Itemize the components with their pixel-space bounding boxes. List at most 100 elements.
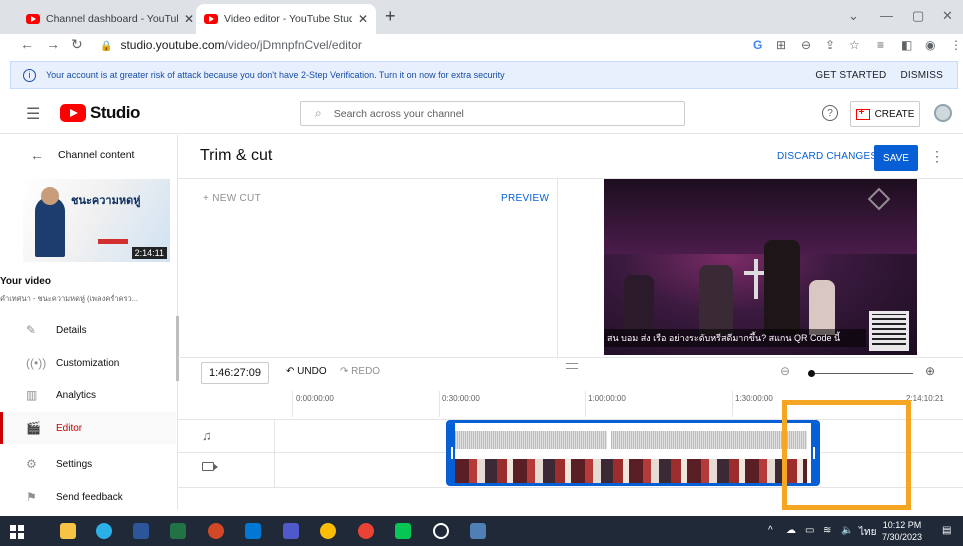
browser-menu-icon[interactable]: ⋮ [950, 38, 962, 52]
back-arrow-icon[interactable]: ← [20, 36, 34, 52]
sidebar-item-analytics[interactable]: ▥ Analytics [0, 379, 176, 411]
word-icon[interactable] [133, 523, 149, 539]
undo-button[interactable]: ↶ UNDO [286, 366, 327, 377]
undo-icon: ↶ [286, 366, 295, 377]
sidebar-item-settings[interactable]: ⚙ Settings [0, 448, 176, 480]
analytics-icon: ▥ [26, 388, 38, 402]
zoom-out-icon[interactable]: ⊖ [780, 364, 790, 378]
chevron-down-icon[interactable]: ⌄ [848, 8, 859, 24]
zoom-slider-knob[interactable] [808, 370, 816, 377]
thumbnail-person [35, 197, 65, 257]
sidebar-item-send-feedback[interactable]: ⚑ Send feedback [0, 481, 176, 513]
video-figure [699, 265, 733, 335]
chrome-icon[interactable] [320, 523, 336, 539]
wifi-icon[interactable]: ≋ [823, 525, 831, 536]
language-indicator[interactable]: ไทย [859, 525, 876, 540]
app-icon[interactable] [433, 523, 449, 539]
more-options-icon[interactable]: ⋮ [930, 148, 944, 165]
volume-icon[interactable]: 🔈 [841, 525, 853, 536]
video-thumbnail[interactable]: ชนะความหดหู่ 2:14:11 [23, 179, 170, 262]
save-button[interactable]: SAVE [874, 145, 918, 171]
zoom-in-icon[interactable]: ⊕ [925, 364, 935, 378]
preview-button[interactable]: PREVIEW [501, 193, 549, 204]
file-explorer-icon[interactable] [60, 523, 76, 539]
chrome-profile-icon[interactable] [358, 523, 374, 539]
edge-icon[interactable] [96, 523, 112, 539]
back-label: Channel content [58, 149, 135, 161]
url-field[interactable]: 🔒 studio.youtube.com/video/jDmnpfnCvel/ed… [100, 38, 362, 52]
sidebar-item-details[interactable]: ✎ Details [0, 314, 176, 346]
tray-chevron-icon[interactable]: ^ [768, 525, 773, 536]
new-cut-button[interactable]: + NEW CUT [203, 193, 261, 204]
dismiss-button[interactable]: DISMISS [900, 70, 943, 81]
bookmark-star-icon[interactable]: ☆ [849, 38, 860, 52]
video-title[interactable]: คำเทศนา - ชนะความหดหู่ (เพลงคร่ำครว... [0, 293, 176, 305]
sidebar-item-customization[interactable]: ((•)) Customization [0, 347, 176, 379]
minimize-icon[interactable]: — [880, 8, 893, 23]
zoom-slider-track[interactable] [808, 373, 913, 374]
search-input[interactable]: ⌕ Search across your channel [300, 101, 685, 126]
clock[interactable]: 10:12 PM 7/30/2023 [882, 519, 922, 543]
translate-icon[interactable]: ⊞ [776, 38, 786, 52]
browser-tab-video-editor[interactable]: Video editor - YouTube Studio ✕ [196, 4, 376, 34]
video-cross [754, 259, 758, 299]
close-window-icon[interactable]: ✕ [942, 8, 953, 24]
teams-icon[interactable] [283, 523, 299, 539]
onedrive-icon[interactable]: ☁ [786, 525, 796, 536]
video-filmstrip [455, 459, 807, 483]
forward-arrow-icon[interactable]: → [46, 36, 60, 52]
sidebar-scrollbar[interactable] [176, 316, 179, 381]
ruler-label: 0:00:00:00 [296, 394, 334, 403]
powerpoint-icon[interactable] [208, 523, 224, 539]
share-icon[interactable]: ⇪ [825, 38, 835, 52]
help-icon[interactable]: ? [822, 105, 838, 121]
video-preview[interactable]: สน บอม ส่ง เรือ อย่างระดับหรีสดีมากขึ้น?… [604, 179, 917, 355]
reload-icon[interactable]: ↻ [71, 36, 83, 53]
page-title: Trim & cut [200, 147, 273, 164]
windows-start-icon[interactable] [10, 525, 24, 539]
studio-logo[interactable]: Studio [60, 103, 140, 123]
banner-message: Your account is at greater risk of attac… [46, 70, 505, 80]
get-started-button[interactable]: GET STARTED [815, 70, 886, 81]
video-track-icon [202, 462, 218, 471]
app-icon[interactable] [470, 523, 486, 539]
ruler-label: 1:00:00:00 [588, 394, 626, 403]
sidebar-item-editor[interactable]: 🎬 Editor [0, 412, 176, 444]
google-icon[interactable]: G [753, 38, 762, 52]
reading-list-icon[interactable]: ≡ [877, 38, 884, 52]
trim-handle-left[interactable] [449, 423, 455, 483]
create-button[interactable]: CREATE [850, 101, 920, 127]
menu-icon[interactable]: ☰ [26, 104, 40, 124]
info-icon: i [23, 68, 36, 82]
youtube-favicon-icon [26, 14, 40, 24]
outlook-icon[interactable] [245, 523, 261, 539]
profile-icon[interactable]: ◉ [925, 38, 935, 52]
active-indicator [0, 412, 3, 444]
close-tab-icon[interactable]: ✕ [358, 12, 368, 26]
divider [557, 179, 558, 357]
sidebar-item-label: Settings [56, 458, 93, 470]
windows-taskbar: ^ ☁ ▭ ≋ 🔈 ไทย 10:12 PM 7/30/2023 ▤ [0, 516, 963, 546]
ruler-label: 1:30:00:00 [735, 394, 773, 403]
discard-changes-button[interactable]: DISCARD CHANGES [777, 151, 877, 162]
avatar[interactable] [934, 104, 952, 122]
sidepanel-icon[interactable]: ◧ [901, 38, 912, 52]
close-tab-icon[interactable]: ✕ [184, 12, 194, 26]
notification-icon[interactable]: ▤ [942, 525, 951, 536]
create-video-icon [855, 107, 870, 120]
zoom-icon[interactable]: ⊖ [801, 38, 811, 52]
browser-tab-channel-dashboard[interactable]: Channel dashboard - YouTube St ✕ [18, 4, 202, 34]
line-icon[interactable] [395, 523, 411, 539]
excel-icon[interactable] [170, 523, 186, 539]
resize-handle-icon[interactable] [566, 363, 578, 369]
new-tab-icon[interactable]: + [385, 6, 396, 27]
url-path: /video/jDmnpfnCvel/editor [224, 38, 362, 52]
timeline-selection[interactable] [446, 420, 820, 486]
timecode-field[interactable]: 1:46:27:09 [201, 362, 269, 384]
tab-title: Channel dashboard - YouTube St [46, 13, 178, 25]
sidebar-item-label: Customization [56, 357, 120, 369]
redo-button[interactable]: ↷ REDO [340, 366, 380, 377]
back-to-channel-content[interactable]: ← Channel content [0, 135, 178, 175]
restore-icon[interactable]: ▢ [912, 8, 924, 24]
battery-icon[interactable]: ▭ [805, 525, 814, 536]
